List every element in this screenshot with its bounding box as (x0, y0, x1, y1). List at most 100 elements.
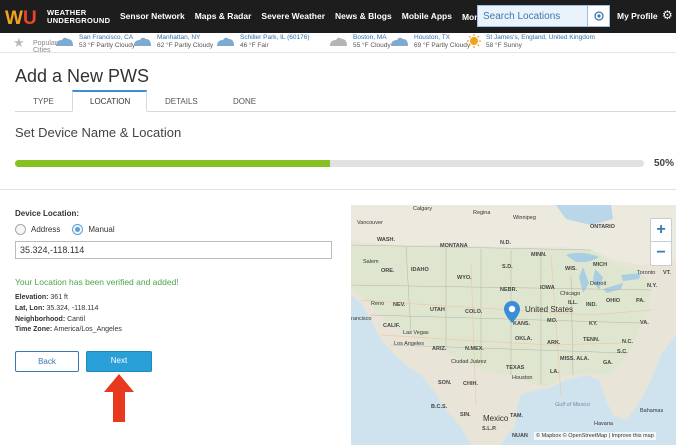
map-label: MONTANA (440, 243, 468, 249)
city-item[interactable]: Boston, MA 55 °F Cloudy (327, 34, 391, 49)
city-condition: 46 °F Fair (240, 41, 269, 49)
city-condition: 62 °F Partly Cloudy (157, 41, 214, 49)
city-item[interactable]: Schiller Park, IL (60176) 46 °F Fair (214, 34, 310, 49)
nav-news-blogs[interactable]: News & Blogs (335, 11, 392, 23)
partly-cloudy-icon (134, 37, 151, 46)
map-attribution[interactable]: © Mapbox © OpenStreetMap | Improve this … (534, 432, 656, 440)
map-label: GA. (603, 360, 613, 366)
map-label: ARK. (547, 340, 561, 346)
map-label: IND. (586, 302, 597, 308)
nav-severe-weather[interactable]: Severe Weather (261, 11, 325, 23)
map-label: Toronto (637, 270, 656, 276)
tab-done[interactable]: DONE (233, 97, 256, 106)
map-label: ONTARIO (590, 224, 615, 230)
map-label: VA. (640, 320, 649, 326)
nav-mobile-apps[interactable]: Mobile Apps (402, 11, 452, 23)
neighborhood-value: Cantil (67, 316, 86, 323)
elevation-value: 361 ft (50, 294, 68, 301)
map-label: IDAHO (411, 267, 429, 273)
map-zoom-controls: + − (650, 218, 672, 266)
map-label: MISS. ALA. (560, 356, 590, 362)
map-label: Los Angeles (394, 341, 424, 347)
nav-sensor-network[interactable]: Sensor Network (120, 11, 185, 23)
tab-type[interactable]: TYPE (33, 97, 54, 106)
map-label: KANS. (513, 321, 531, 327)
progress-percent: 50% (654, 158, 675, 169)
popular-cities-strip: ★ Popular Cities San Francisco, CA 53 °F … (0, 33, 676, 54)
city-condition: 58 °F Sunny (486, 41, 522, 49)
nav-maps-radar[interactable]: Maps & Radar (195, 11, 252, 23)
address-radio[interactable] (15, 224, 26, 235)
sunny-icon (467, 34, 481, 48)
page-title: Add a New PWS (15, 66, 150, 86)
map-label: SIN. (460, 412, 471, 418)
map-label: MO. (547, 318, 558, 324)
zoom-out-button[interactable]: − (651, 242, 671, 265)
map-pin-icon[interactable] (504, 301, 520, 323)
next-button[interactable]: Next (86, 351, 152, 372)
map-country-label: Mexico (483, 414, 509, 423)
city-item[interactable]: St James's, England, United Kingdom 58 °F… (466, 34, 595, 49)
map-label: MICH (593, 262, 608, 268)
city-item[interactable]: Manhattan, NY 62 °F Partly Cloudy (131, 34, 213, 49)
city-item[interactable]: San Francisco, CA 53 °F Partly Cloudy (53, 34, 135, 49)
map-label: Gulf of Mexico (555, 402, 591, 408)
map-label: Havana (594, 421, 613, 427)
city-condition: 69 °F Partly Cloudy (414, 41, 471, 49)
back-button[interactable]: Back (15, 351, 79, 372)
nav-links: Sensor Network Maps & Radar Severe Weath… (120, 11, 503, 23)
city-name: St James's, England, United Kingdom (486, 34, 595, 41)
map-label: TEXAS (506, 365, 525, 371)
map-label: S.C. (617, 349, 628, 355)
my-profile-link[interactable]: My Profile (617, 11, 658, 21)
map-label: KY. (589, 321, 598, 327)
arrow-up-icon (104, 374, 134, 422)
map-label: Chicago (560, 291, 581, 297)
map-label: NEBR. (500, 287, 518, 293)
map-label: CHIH. (463, 381, 478, 387)
city-name: Houston, TX (414, 34, 451, 41)
weather-underground-logo[interactable]: WU WEATHER UNDERGROUND (5, 6, 110, 29)
elevation-row: Elevation: 361 ft (15, 294, 68, 301)
address-radio-label[interactable]: Address (31, 225, 60, 234)
map-label: WIS. (565, 266, 577, 272)
city-name: Boston, MA (353, 34, 387, 41)
map-label: ORE. (381, 268, 395, 274)
map-label: Winnipeg (513, 215, 536, 221)
coordinates-input[interactable]: 35.324,-118.114 (15, 241, 332, 259)
gear-icon[interactable]: ⚙ (662, 9, 673, 21)
locate-button[interactable] (587, 6, 609, 26)
map-label: SON. (438, 380, 452, 386)
map-label: Vancouver (357, 220, 383, 226)
city-condition: 53 °F Partly Cloudy (79, 41, 136, 49)
map-label: WYO. (457, 275, 472, 281)
timezone-value: America/Los_Angeles (53, 326, 122, 333)
map-label: ARIZ. (432, 346, 447, 352)
map-label: WASH. (377, 237, 396, 243)
tab-location[interactable]: LOCATION (90, 97, 130, 106)
tab-details[interactable]: DETAILS (165, 97, 198, 106)
map-label: UTAH (430, 307, 445, 313)
star-icon[interactable]: ★ (13, 35, 25, 51)
manual-radio-label[interactable]: Manual (88, 225, 114, 234)
latlon-label: Lat, Lon: (15, 305, 45, 312)
map-label: Detroit (590, 281, 607, 287)
verified-message: Your Location has been verified and adde… (15, 277, 179, 287)
map-label: NUAN (512, 433, 528, 439)
divider (0, 189, 676, 190)
city-item[interactable]: Houston, TX 69 °F Partly Cloudy (388, 34, 470, 49)
map-label: IOWA (540, 285, 555, 291)
location-mode-radios: Address Manual (15, 224, 115, 235)
section-title: Set Device Name & Location (15, 125, 182, 140)
map-label: COLO. (465, 309, 483, 315)
elevation-label: Elevation: (15, 294, 49, 301)
timezone-label: Time Zone: (15, 326, 53, 333)
manual-radio[interactable] (72, 224, 84, 235)
map-label: S.L.P. (482, 426, 497, 432)
city-condition: 55 °F Cloudy (353, 41, 391, 49)
zoom-in-button[interactable]: + (651, 219, 671, 242)
top-nav: WU WEATHER UNDERGROUND Sensor Network Ma… (0, 0, 676, 33)
map-country-label: United States (525, 305, 574, 314)
cloudy-icon (330, 37, 347, 46)
neighborhood-label: Neighborhood: (15, 316, 66, 323)
